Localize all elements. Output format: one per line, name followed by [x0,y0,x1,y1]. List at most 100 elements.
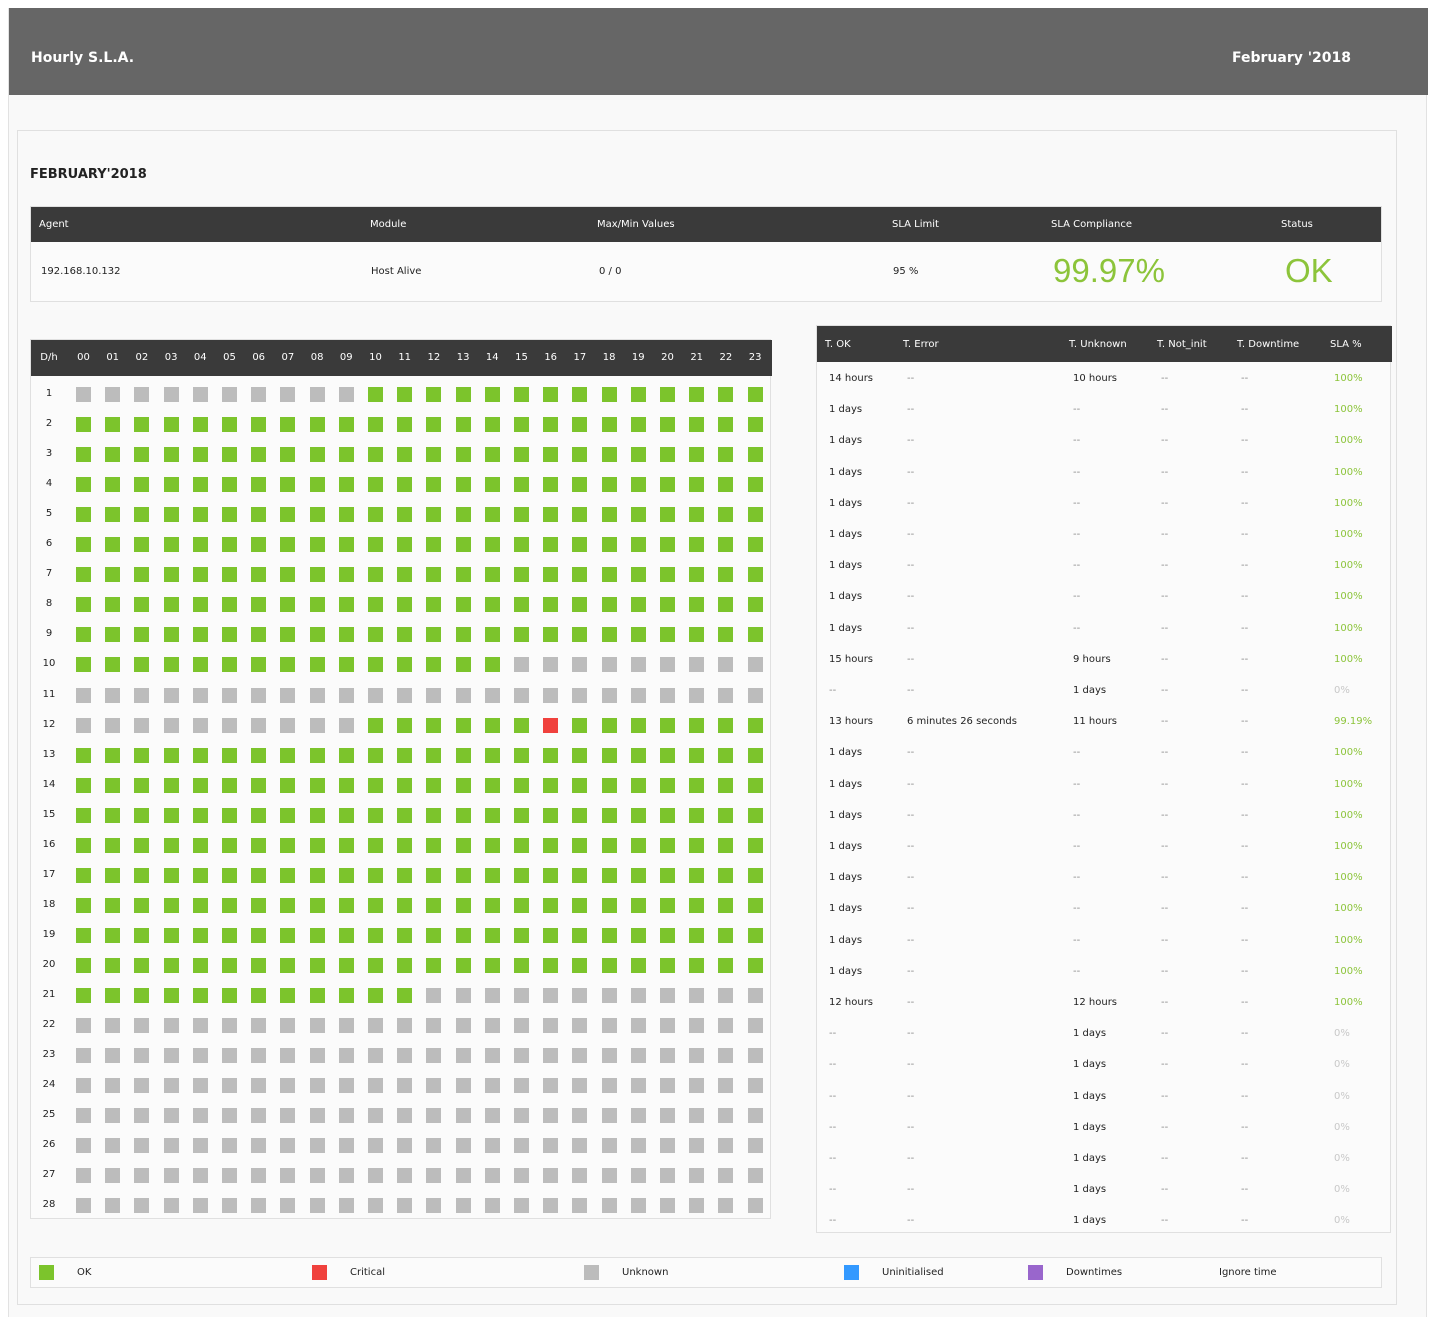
hour-cell-ok[interactable] [630,447,646,463]
hour-cell-ok[interactable] [718,597,734,613]
hour-cell-ok[interactable] [397,537,413,553]
hour-cell-unknown[interactable] [514,1018,529,1034]
hour-cell-ok[interactable] [251,597,267,613]
hour-cell-unknown[interactable] [630,1138,646,1154]
hour-cell-ok[interactable] [251,567,267,583]
hour-cell-ok[interactable] [455,807,471,823]
hour-cell-ok[interactable] [368,657,383,673]
hour-cell-unknown[interactable] [630,1198,646,1214]
hour-cell-ok[interactable] [601,597,617,613]
hour-cell-ok[interactable] [192,417,208,433]
hour-cell-ok[interactable] [338,807,354,823]
hour-cell-unknown[interactable] [572,1198,588,1214]
hour-cell-ok[interactable] [105,867,121,883]
hour-cell-unknown[interactable] [543,1018,559,1034]
hour-cell-ok[interactable] [689,867,705,883]
hour-cell-ok[interactable] [689,837,705,853]
hour-cell-unknown[interactable] [630,657,646,673]
hour-cell-ok[interactable] [601,927,617,943]
hour-cell-unknown[interactable] [105,717,121,733]
hour-cell-ok[interactable] [747,897,763,913]
hour-cell-ok[interactable] [397,387,413,402]
hour-cell-ok[interactable] [280,988,296,1003]
hour-cell-unknown[interactable] [630,1018,646,1034]
hour-cell-ok[interactable] [747,837,763,853]
hour-cell-ok[interactable] [689,597,705,613]
hour-cell-unknown[interactable] [76,687,91,703]
hour-cell-ok[interactable] [338,627,354,643]
hour-cell-ok[interactable] [368,837,383,853]
hour-cell-unknown[interactable] [163,1198,179,1214]
hour-cell-ok[interactable] [455,477,471,493]
hour-cell-ok[interactable] [309,567,325,583]
hour-cell-unknown[interactable] [309,687,325,703]
hour-cell-ok[interactable] [455,537,471,553]
hour-cell-ok[interactable] [514,387,529,402]
hour-cell-unknown[interactable] [280,1078,296,1094]
hour-cell-ok[interactable] [630,417,646,433]
hour-cell-ok[interactable] [484,747,500,763]
hour-cell-ok[interactable] [514,507,529,523]
hour-cell-unknown[interactable] [514,1108,529,1124]
hour-cell-ok[interactable] [338,447,354,463]
hour-cell-ok[interactable] [309,867,325,883]
hour-cell-ok[interactable] [718,867,734,883]
hour-cell-ok[interactable] [601,747,617,763]
hour-cell-ok[interactable] [484,387,500,402]
hour-cell-ok[interactable] [718,807,734,823]
hour-cell-unknown[interactable] [338,1198,354,1214]
hour-cell-unknown[interactable] [747,687,763,703]
hour-cell-unknown[interactable] [630,1108,646,1124]
hour-cell-ok[interactable] [601,387,617,402]
hour-cell-ok[interactable] [630,627,646,643]
hour-cell-ok[interactable] [514,627,529,643]
hour-cell-ok[interactable] [222,957,237,973]
hour-cell-ok[interactable] [660,747,675,763]
hour-cell-unknown[interactable] [484,1078,500,1094]
hour-cell-ok[interactable] [718,567,734,583]
hour-cell-ok[interactable] [192,957,208,973]
hour-cell-ok[interactable] [338,507,354,523]
hour-cell-ok[interactable] [747,867,763,883]
hour-cell-ok[interactable] [426,837,442,853]
hour-cell-ok[interactable] [543,837,559,853]
hour-cell-ok[interactable] [718,837,734,853]
hour-cell-ok[interactable] [689,927,705,943]
hour-cell-unknown[interactable] [76,1168,91,1184]
hour-cell-unknown[interactable] [514,988,529,1003]
hour-cell-ok[interactable] [543,447,559,463]
hour-cell-ok[interactable] [484,627,500,643]
hour-cell-unknown[interactable] [747,1198,763,1214]
hour-cell-ok[interactable] [222,837,237,853]
hour-cell-unknown[interactable] [718,1108,734,1124]
hour-cell-ok[interactable] [455,837,471,853]
hour-cell-ok[interactable] [455,417,471,433]
hour-cell-unknown[interactable] [251,1078,267,1094]
hour-cell-ok[interactable] [397,447,413,463]
hour-cell-ok[interactable] [134,597,150,613]
hour-cell-ok[interactable] [543,537,559,553]
hour-cell-ok[interactable] [338,988,354,1003]
hour-cell-unknown[interactable] [455,1168,471,1184]
hour-cell-ok[interactable] [660,957,675,973]
hour-cell-ok[interactable] [134,477,150,493]
hour-cell-ok[interactable] [222,807,237,823]
hour-cell-unknown[interactable] [514,1048,529,1064]
hour-cell-unknown[interactable] [280,1138,296,1154]
hour-cell-ok[interactable] [105,927,121,943]
hour-cell-unknown[interactable] [484,988,500,1003]
hour-cell-ok[interactable] [368,507,383,523]
hour-cell-ok[interactable] [397,777,413,793]
hour-cell-ok[interactable] [192,537,208,553]
hour-cell-ok[interactable] [192,897,208,913]
hour-cell-unknown[interactable] [660,1078,675,1094]
hour-cell-ok[interactable] [630,957,646,973]
hour-cell-ok[interactable] [543,597,559,613]
hour-cell-ok[interactable] [514,867,529,883]
hour-cell-unknown[interactable] [105,1018,121,1034]
hour-cell-ok[interactable] [251,627,267,643]
hour-cell-ok[interactable] [484,507,500,523]
hour-cell-unknown[interactable] [192,1138,208,1154]
hour-cell-ok[interactable] [455,447,471,463]
hour-cell-ok[interactable] [192,627,208,643]
